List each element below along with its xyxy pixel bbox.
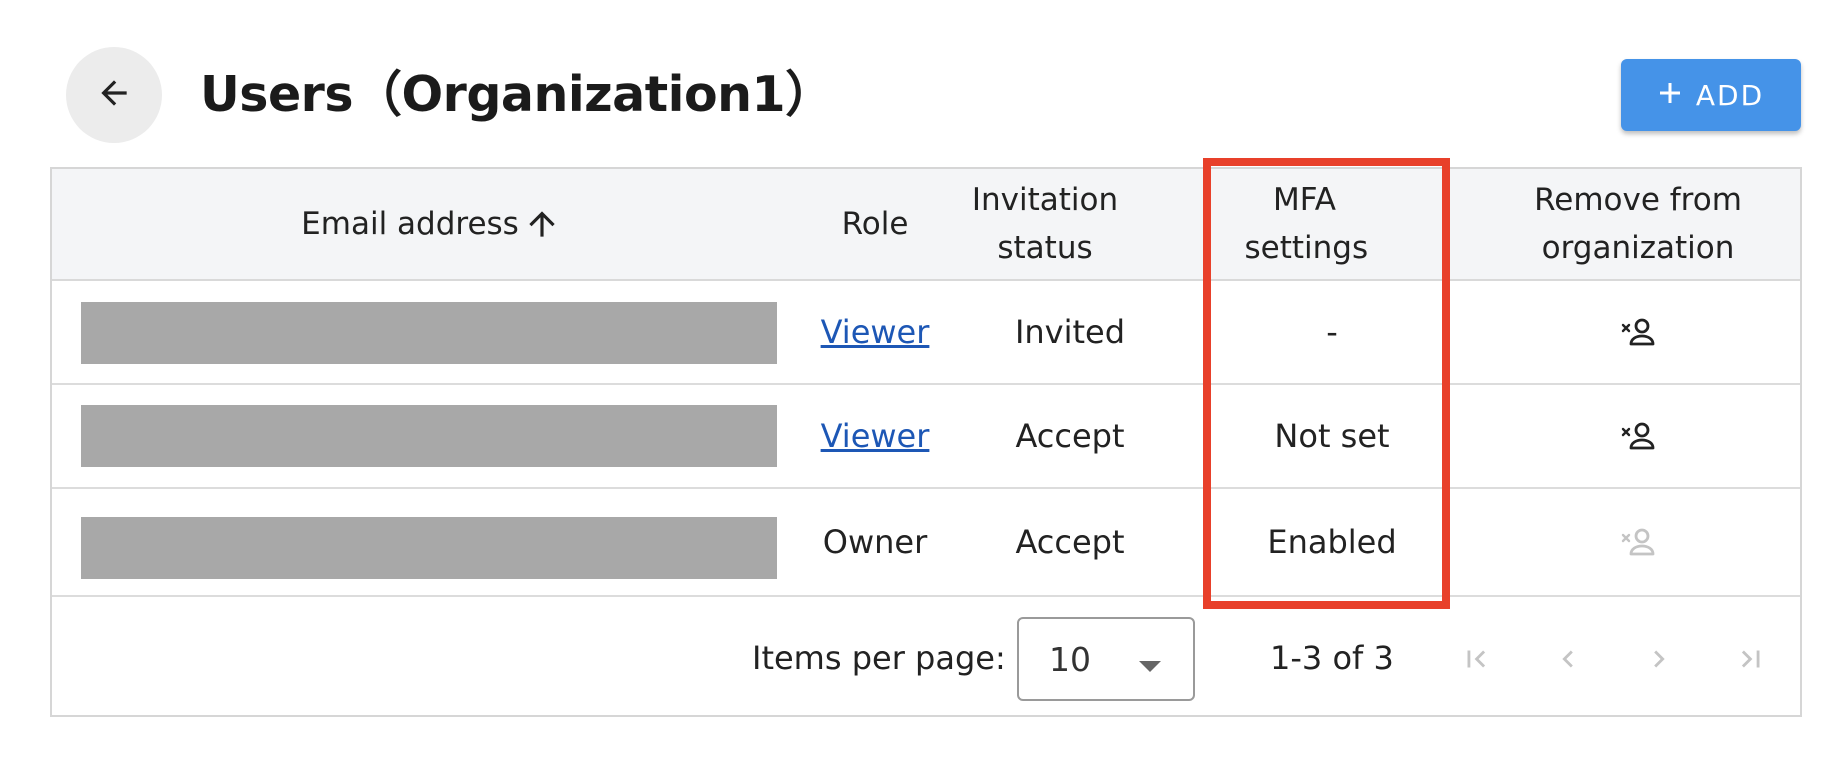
- page-range: 1-3 of 3: [1270, 639, 1394, 677]
- remove-person-icon: [1621, 527, 1655, 557]
- items-per-page-select[interactable]: 10: [1017, 617, 1195, 701]
- invitation-status: Accept: [1015, 523, 1125, 561]
- mfa-status: -: [1326, 313, 1338, 351]
- caret-down-icon: [1139, 657, 1161, 676]
- invitation-status: Invited: [1014, 313, 1126, 351]
- add-button-label: ADD: [1695, 78, 1765, 112]
- table-row: Owner Accept Enabled: [52, 489, 1800, 597]
- chevron-left-icon[interactable]: [1548, 639, 1588, 679]
- column-header-email[interactable]: Email address: [52, 169, 810, 279]
- mfa-status: Not set: [1274, 417, 1390, 455]
- column-header-remove: Remove from organization: [1472, 169, 1804, 279]
- role-link[interactable]: Viewer: [821, 313, 930, 351]
- arrow-up-icon: [523, 205, 561, 243]
- column-header-role: Role: [810, 169, 940, 279]
- items-per-page-value: 10: [1049, 639, 1091, 679]
- remove-person-icon[interactable]: [1621, 421, 1655, 451]
- last-page-icon[interactable]: [1731, 639, 1771, 679]
- email-redacted: [81, 517, 777, 579]
- column-header-label: Role: [841, 206, 909, 242]
- mfa-status: Enabled: [1267, 523, 1397, 561]
- table-header: Email address Role Invitation status MFA…: [52, 169, 1800, 281]
- chevron-right-icon[interactable]: [1639, 639, 1679, 679]
- table-row: Viewer Accept Not set: [52, 385, 1800, 489]
- table-row: Viewer Invited -: [52, 281, 1800, 385]
- first-page-icon[interactable]: [1456, 639, 1496, 679]
- role-link[interactable]: Viewer: [821, 417, 930, 455]
- column-header-label: Invitation status: [971, 182, 1119, 266]
- arrow-left-icon: [95, 74, 133, 116]
- add-user-button[interactable]: ADD: [1621, 59, 1801, 131]
- column-header-label: MFA settings: [1244, 182, 1369, 266]
- remove-person-icon[interactable]: [1621, 317, 1655, 347]
- role-text: Owner: [822, 523, 928, 561]
- column-header-mfa-settings: MFA settings: [1202, 169, 1407, 279]
- page-title: Users（Organization1）: [200, 66, 834, 123]
- email-redacted: [81, 405, 777, 467]
- email-redacted: [81, 302, 777, 364]
- items-per-page-label: Items per page:: [752, 639, 1006, 677]
- invitation-status: Accept: [1015, 417, 1125, 455]
- users-table: Email address Role Invitation status MFA…: [50, 167, 1802, 717]
- column-header-invitation-status: Invitation status: [940, 169, 1150, 279]
- back-button[interactable]: [66, 47, 162, 143]
- column-header-label: Remove from organization: [1534, 182, 1742, 266]
- plus-icon: [1658, 79, 1682, 112]
- pagination-bar: Items per page: 10 1-3 of 3: [52, 599, 1800, 717]
- column-header-label: Email address: [301, 206, 519, 242]
